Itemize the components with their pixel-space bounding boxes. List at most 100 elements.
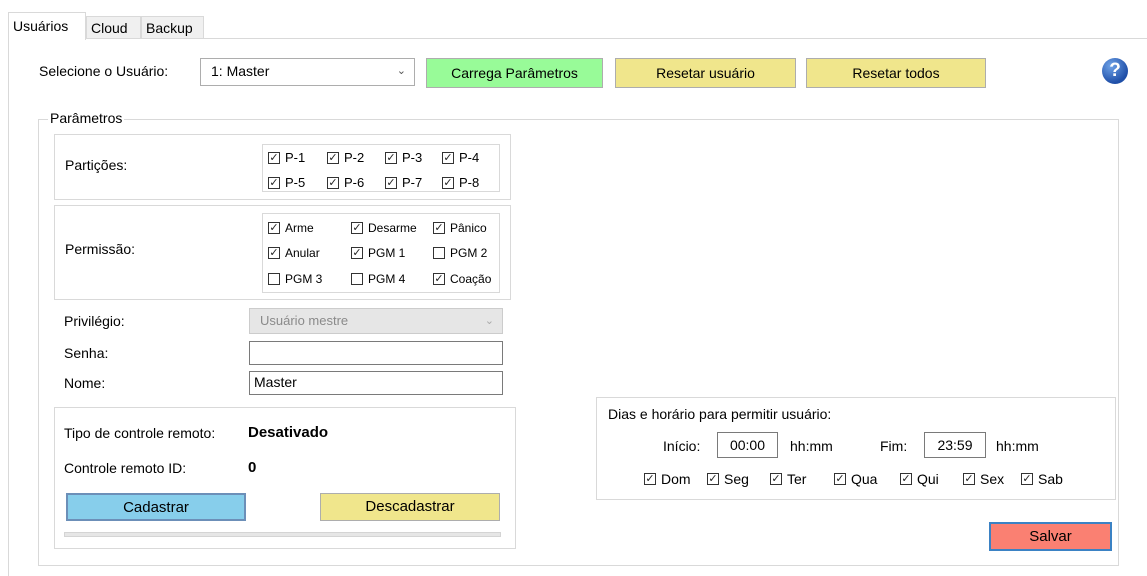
user-select-value: 1: Master (211, 63, 270, 79)
privilege-select: Usuário mestre ⌄ (249, 308, 503, 334)
checkbox-icon (963, 473, 975, 485)
unregister-button[interactable]: Descadastrar (320, 493, 500, 521)
checkbox-icon (327, 176, 339, 189)
start-unit: hh:mm (790, 438, 833, 454)
permission-checkbox-arme[interactable]: Arme (268, 221, 314, 235)
day-label-dom: Dom (661, 471, 691, 487)
checkbox-icon (644, 473, 656, 485)
partition-label-6: P-6 (344, 175, 365, 190)
checkbox-icon (442, 176, 454, 189)
day-checkbox-dom[interactable]: Dom (644, 471, 691, 487)
checkbox-icon (268, 176, 280, 189)
tab-backup-label: Backup (146, 20, 193, 36)
day-checkbox-qua[interactable]: Qua (834, 471, 877, 487)
day-label-qui: Qui (917, 471, 939, 487)
chevron-down-icon: ⌄ (484, 315, 494, 327)
checkbox-icon (770, 473, 782, 485)
remote-type-value: Desativado (248, 424, 329, 441)
chevron-down-icon: ⌄ (396, 65, 406, 77)
reset-all-button[interactable]: Resetar todos (806, 58, 986, 88)
remote-type-label: Tipo de controle remoto: (64, 425, 216, 441)
partition-label-7: P-7 (402, 175, 423, 190)
day-checkbox-sex[interactable]: Sex (963, 471, 1004, 487)
partition-label-8: P-8 (459, 175, 480, 190)
day-label-sex: Sex (980, 471, 1005, 487)
permission-label-coacao: Coação (450, 272, 492, 286)
user-select[interactable]: 1: Master ⌄ (200, 58, 415, 86)
progress-bar (64, 532, 501, 537)
permission-checkbox-pgm1[interactable]: PGM 1 (351, 246, 405, 260)
partition-label-4: P-4 (459, 150, 480, 165)
day-label-qua: Qua (851, 471, 878, 487)
checkbox-icon (351, 273, 363, 285)
checkbox-icon (385, 151, 397, 164)
checkbox-icon (707, 473, 719, 485)
checkbox-icon (834, 473, 846, 485)
partition-checkbox-2[interactable]: P-2 (327, 150, 364, 165)
day-checkbox-qui[interactable]: Qui (900, 471, 939, 487)
permission-checkbox-panico[interactable]: Pânico (433, 221, 487, 235)
permission-label-panico: Pânico (450, 221, 487, 235)
partition-label-2: P-2 (344, 150, 365, 165)
permission-label-arme: Arme (285, 221, 314, 235)
password-field[interactable] (249, 341, 503, 365)
partition-checkbox-3[interactable]: P-3 (385, 150, 422, 165)
permission-label-anular: Anular (285, 246, 320, 260)
partition-checkbox-8[interactable]: P-8 (442, 175, 479, 190)
end-label: Fim: (880, 438, 908, 454)
day-checkbox-seg[interactable]: Seg (707, 471, 749, 487)
privilege-select-value: Usuário mestre (260, 313, 349, 328)
checkbox-icon (433, 273, 445, 285)
tab-cloud-label: Cloud (91, 20, 128, 36)
permission-label-pgm3: PGM 3 (285, 272, 323, 286)
start-time-field[interactable]: 00:00 (717, 432, 778, 458)
partition-label-3: P-3 (402, 150, 423, 165)
reset-user-button[interactable]: Resetar usuário (615, 58, 796, 88)
day-checkbox-sab[interactable]: Sab (1021, 471, 1063, 487)
schedule-title: Dias e horário para permitir usuário: (608, 406, 832, 422)
end-unit: hh:mm (996, 438, 1039, 454)
checkbox-icon (327, 151, 339, 164)
tab-usuarios[interactable]: Usuários (8, 12, 86, 40)
permission-checkbox-anular[interactable]: Anular (268, 246, 320, 260)
name-field[interactable]: Master (249, 371, 503, 395)
day-checkbox-ter[interactable]: Ter (770, 471, 806, 487)
password-label: Senha: (64, 345, 109, 361)
load-params-button[interactable]: Carrega Parâmetros (426, 58, 603, 88)
permission-checkbox-pgm4[interactable]: PGM 4 (351, 272, 405, 286)
partition-label-5: P-5 (285, 175, 306, 190)
permission-label-desarme: Desarme (368, 221, 417, 235)
partition-label-1: P-1 (285, 150, 306, 165)
checkbox-icon (351, 247, 363, 259)
permission-label-pgm1: PGM 1 (368, 246, 406, 260)
day-label-ter: Ter (787, 471, 807, 487)
register-button[interactable]: Cadastrar (66, 493, 246, 521)
end-time-field[interactable]: 23:59 (924, 432, 986, 458)
tab-backup[interactable]: Backup (141, 16, 204, 38)
partition-checkbox-5[interactable]: P-5 (268, 175, 305, 190)
checkbox-icon (268, 151, 280, 164)
permission-checkbox-pgm2[interactable]: PGM 2 (433, 246, 487, 260)
params-group-title: Parâmetros (48, 110, 125, 126)
remote-id-value: 0 (248, 459, 257, 476)
partitions-label: Partições: (65, 157, 128, 173)
checkbox-icon (351, 222, 363, 234)
permission-label: Permissão: (65, 241, 136, 257)
permission-checkbox-desarme[interactable]: Desarme (351, 221, 417, 235)
partition-checkbox-4[interactable]: P-4 (442, 150, 479, 165)
partition-checkbox-6[interactable]: P-6 (327, 175, 364, 190)
start-label: Início: (663, 438, 701, 454)
partition-checkbox-7[interactable]: P-7 (385, 175, 422, 190)
partition-checkbox-1[interactable]: P-1 (268, 150, 305, 165)
help-icon[interactable]: ? (1102, 58, 1128, 84)
checkbox-icon (900, 473, 912, 485)
help-icon-glyph: ? (1109, 60, 1121, 81)
permission-checkbox-coacao[interactable]: Coação (433, 272, 491, 286)
permission-label-pgm2: PGM 2 (450, 246, 488, 260)
permission-checkbox-pgm3[interactable]: PGM 3 (268, 272, 322, 286)
tab-cloud[interactable]: Cloud (86, 16, 141, 38)
checkbox-icon (1021, 473, 1033, 485)
save-button[interactable]: Salvar (989, 522, 1112, 551)
checkbox-icon (433, 222, 445, 234)
checkbox-icon (433, 247, 445, 259)
